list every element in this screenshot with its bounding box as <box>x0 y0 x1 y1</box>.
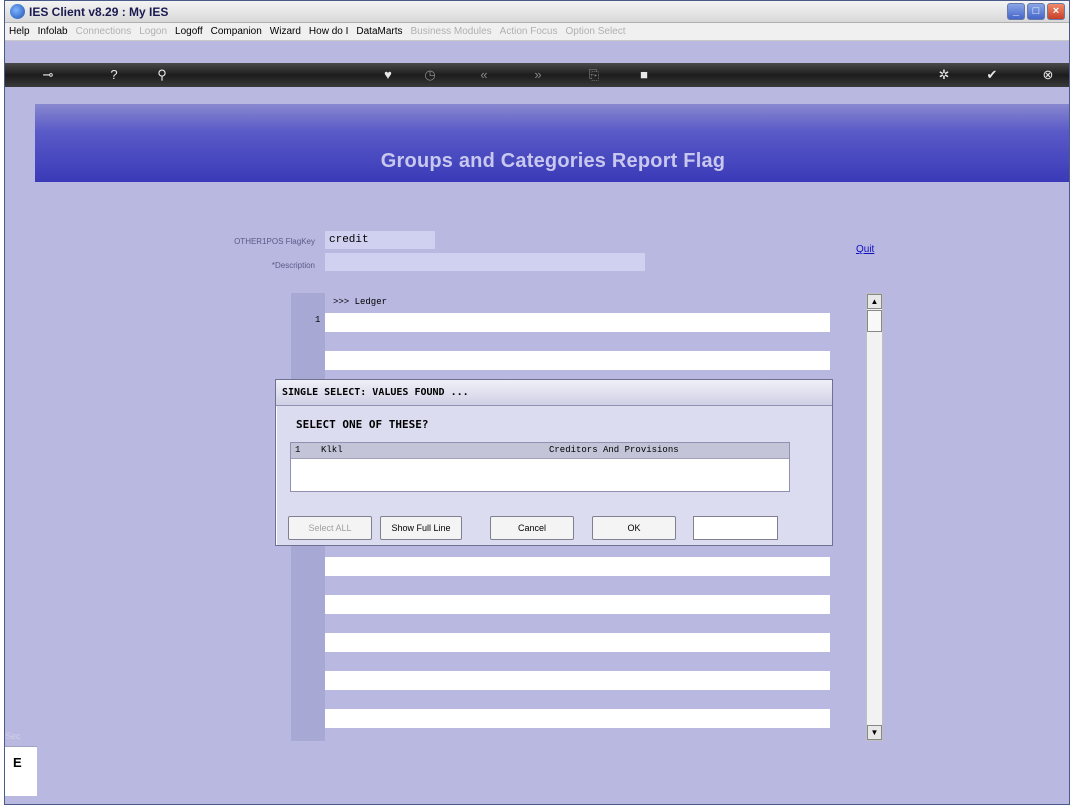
list-item-description: Creditors And Provisions <box>549 445 679 455</box>
grid-row[interactable] <box>325 557 830 576</box>
list-item[interactable]: 1 Klkl Creditors And Provisions <box>291 443 789 459</box>
menu-how-do-i[interactable]: How do I <box>305 23 352 37</box>
description-field[interactable] <box>325 253 645 271</box>
grid-row[interactable] <box>325 633 830 652</box>
copy-icon[interactable]: ⎘ <box>583 66 605 84</box>
maximize-button[interactable]: □ <box>1027 3 1045 20</box>
check-icon[interactable]: ✔ <box>981 66 1003 84</box>
key-icon[interactable]: ⊸ <box>31 66 65 84</box>
window-title: IES Client v8.29 : My IES <box>29 5 169 19</box>
menu-help[interactable]: Help <box>5 23 34 37</box>
grid-row[interactable] <box>325 351 830 370</box>
menu-business-modules[interactable]: Business Modules <box>407 23 496 37</box>
dialog-question: SELECT ONE OF THESE? <box>296 418 429 431</box>
grid-row[interactable] <box>325 709 830 728</box>
list-item-number: 1 <box>295 445 301 455</box>
menu-option-select[interactable]: Option Select <box>561 23 629 37</box>
page-title: Groups and Categories Report Flag <box>380 150 726 172</box>
stop-icon[interactable]: ■ <box>633 66 655 84</box>
side-panel: E <box>5 746 37 796</box>
grid-header: >>> Ledger <box>333 297 388 307</box>
menu-companion[interactable]: Companion <box>207 23 266 37</box>
menu-wizard[interactable]: Wizard <box>266 23 305 37</box>
side-glyph: E <box>13 755 22 770</box>
grid-row[interactable] <box>325 595 830 614</box>
scroll-thumb[interactable] <box>867 310 882 332</box>
list-item-code: Klkl <box>321 445 343 455</box>
minimize-button[interactable]: _ <box>1007 3 1025 20</box>
close-icon[interactable]: ⊗ <box>1037 66 1059 84</box>
toolbar: ⊸ ? ⚲ ♥ ◷ « » ⎘ ■ ✲ ✔ ⊗ <box>5 63 1069 87</box>
flagkey-field[interactable]: credit <box>325 231 435 249</box>
show-full-line-button[interactable]: Show Full Line <box>380 516 462 540</box>
flagkey-label: OTHER1POS FlagKey <box>234 237 315 246</box>
clock-icon[interactable]: ◷ <box>419 66 441 84</box>
description-label: *Description <box>271 261 315 270</box>
single-select-dialog: SINGLE SELECT: VALUES FOUND ... SELECT O… <box>275 379 833 546</box>
menu-infolab[interactable]: Infolab <box>34 23 72 37</box>
heart-icon[interactable]: ♥ <box>377 66 399 84</box>
forward-icon[interactable]: » <box>527 66 549 84</box>
search-icon[interactable]: ⚲ <box>151 66 173 84</box>
cancel-button[interactable]: Cancel <box>490 516 574 540</box>
menu-connections[interactable]: Connections <box>72 23 136 37</box>
menu-logon[interactable]: Logon <box>135 23 171 37</box>
title-bar: IES Client v8.29 : My IES _ □ × <box>5 1 1069 23</box>
filter-input[interactable] <box>693 516 778 540</box>
app-window: IES Client v8.29 : My IES _ □ × Help Info… <box>4 0 1070 805</box>
menu-logoff[interactable]: Logoff <box>171 23 207 37</box>
ok-button[interactable]: OK <box>592 516 676 540</box>
quit-link[interactable]: Quit <box>856 244 874 255</box>
vertical-scrollbar[interactable]: ▲ ▼ <box>866 293 883 741</box>
back-icon[interactable]: « <box>473 66 495 84</box>
values-list[interactable]: 1 Klkl Creditors And Provisions <box>290 442 790 492</box>
settings-icon[interactable]: ✲ <box>933 66 955 84</box>
grid-row[interactable] <box>325 313 830 332</box>
grid-row[interactable] <box>325 671 830 690</box>
scroll-down-button[interactable]: ▼ <box>867 725 882 740</box>
select-all-button[interactable]: Select ALL <box>288 516 372 540</box>
header-banner: Groups and Categories Report Flag <box>35 104 1069 182</box>
scroll-up-button[interactable]: ▲ <box>867 294 882 309</box>
sec-label: Sec <box>5 731 21 741</box>
row-number: 1 <box>315 315 321 325</box>
menu-datamarts[interactable]: DataMarts <box>352 23 406 37</box>
help-icon[interactable]: ? <box>103 66 125 84</box>
menu-bar: Help Infolab Connections Logon Logoff Compani… <box>5 23 1069 41</box>
app-icon <box>10 4 25 19</box>
close-button[interactable]: × <box>1047 3 1065 20</box>
dialog-title: SINGLE SELECT: VALUES FOUND ... <box>276 380 832 406</box>
menu-action-focus[interactable]: Action Focus <box>496 23 562 37</box>
